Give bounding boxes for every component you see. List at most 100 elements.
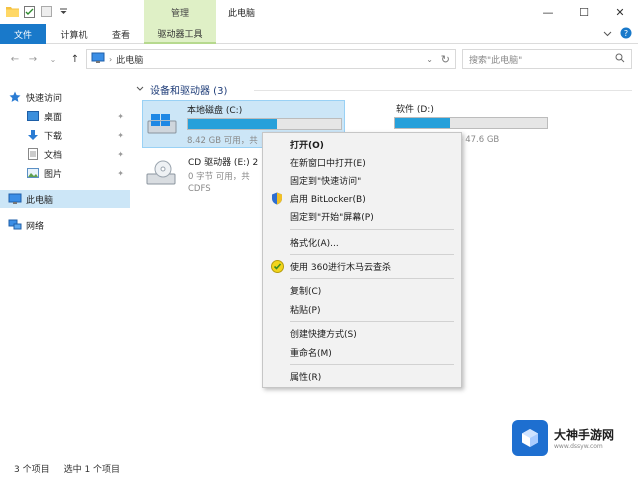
- menu-item-rename[interactable]: 重命名(M): [263, 343, 461, 361]
- search-icon[interactable]: [615, 53, 625, 66]
- address-bar[interactable]: › 此电脑 ⌄ ↻: [86, 49, 456, 69]
- search-box[interactable]: 搜索"此电脑": [462, 49, 632, 69]
- address-dropdown-icon[interactable]: ⌄: [426, 55, 433, 64]
- close-button[interactable]: ✕: [602, 0, 638, 24]
- sidebar-item-label: 桌面: [44, 112, 63, 123]
- tab-drive-tools[interactable]: 驱动器工具: [144, 24, 216, 44]
- sidebar-item-quick-access[interactable]: 快速访问: [0, 88, 130, 106]
- properties-icon[interactable]: [23, 5, 36, 18]
- computer-icon: [8, 192, 22, 206]
- drive-usage-bar: [187, 118, 342, 130]
- menu-separator: [290, 254, 454, 255]
- tab-computer[interactable]: 计算机: [54, 24, 94, 44]
- watermark-title: 大神手游网: [554, 428, 615, 442]
- drive-name: 软件 (D:): [396, 105, 434, 115]
- sidebar-item-desktop[interactable]: 桌面 ✦: [0, 107, 130, 125]
- recent-locations-icon[interactable]: ⌄: [46, 52, 60, 66]
- menu-item-label: 复制(C): [290, 286, 322, 297]
- drive-usage-bar: [394, 117, 548, 129]
- minimize-button[interactable]: —: [530, 0, 566, 24]
- drive-usage-fill: [395, 118, 450, 128]
- breadcrumb-separator-icon[interactable]: ›: [109, 55, 112, 64]
- star-icon: [8, 90, 22, 104]
- sidebar-item-label: 下载: [44, 131, 63, 142]
- title-bar: 管理 此电脑 — ☐ ✕: [0, 0, 638, 24]
- windows-drive-icon: [147, 113, 177, 138]
- menu-item-properties[interactable]: 属性(R): [263, 367, 461, 385]
- 360-security-icon: [270, 259, 284, 273]
- ribbon-tabs: 文件 计算机 查看 驱动器工具 ?: [0, 24, 638, 44]
- menu-item-copy[interactable]: 复制(C): [263, 281, 461, 299]
- expand-ribbon-icon[interactable]: [603, 30, 612, 40]
- menu-item-label: 创建快捷方式(S): [290, 329, 357, 340]
- sidebar-item-network[interactable]: 网络: [0, 216, 130, 234]
- search-input[interactable]: 搜索"此电脑": [469, 53, 522, 66]
- back-arrow-icon[interactable]: ←: [8, 52, 22, 66]
- navigation-pane: 快速访问 桌面 ✦ 下载 ✦ 文档 ✦ 图片 ✦ 此电脑 网络: [0, 74, 130, 458]
- quick-access-toolbar: [6, 5, 70, 18]
- menu-item-label: 属性(R): [290, 372, 322, 383]
- menu-item-label: 格式化(A)...: [290, 238, 339, 249]
- group-divider: [254, 90, 632, 91]
- maximize-button[interactable]: ☐: [566, 0, 602, 24]
- menu-item-label: 使用 360进行木马云查杀: [290, 262, 392, 273]
- sidebar-item-downloads[interactable]: 下载 ✦: [0, 126, 130, 144]
- window-controls: — ☐ ✕: [530, 0, 638, 24]
- computer-icon: [91, 52, 105, 67]
- drive-usage-fill: [188, 119, 277, 129]
- context-menu: 打开(O) 在新窗口中打开(E) 固定到"快速访问" 启用 BitLocker(…: [262, 132, 462, 388]
- menu-separator: [290, 364, 454, 365]
- menu-item-format[interactable]: 格式化(A)...: [263, 233, 461, 251]
- watermark-logo-icon: [512, 420, 548, 456]
- manage-context-tab[interactable]: 管理: [144, 0, 216, 24]
- drive-name: 本地磁盘 (C:): [187, 106, 243, 116]
- pin-icon[interactable]: ✦: [117, 169, 124, 178]
- sidebar-item-label: 文档: [44, 150, 63, 161]
- group-header-label: 设备和驱动器 (3): [150, 86, 228, 97]
- new-folder-icon[interactable]: [40, 5, 53, 18]
- network-icon: [8, 218, 22, 232]
- pin-icon[interactable]: ✦: [117, 131, 124, 140]
- group-header[interactable]: 设备和驱动器 (3): [136, 82, 227, 97]
- pin-icon[interactable]: ✦: [117, 112, 124, 121]
- refresh-icon[interactable]: ↻: [441, 53, 450, 66]
- menu-item-bitlocker[interactable]: 启用 BitLocker(B): [263, 189, 461, 207]
- menu-item-open[interactable]: 打开(O): [263, 135, 461, 153]
- sidebar-item-this-pc[interactable]: 此电脑: [0, 190, 130, 208]
- tab-view[interactable]: 查看: [104, 24, 138, 44]
- sidebar-item-label: 图片: [44, 169, 63, 180]
- menu-item-pin-start[interactable]: 固定到"开始"屏幕(P): [263, 207, 461, 225]
- window-title: 此电脑: [228, 9, 256, 19]
- drive-filesystem: CDFS: [188, 184, 211, 194]
- sidebar-item-pictures[interactable]: 图片 ✦: [0, 164, 130, 182]
- drive-free-space: 0 字节 可用，共: [188, 172, 250, 182]
- sidebar-item-label: 快速访问: [26, 93, 63, 104]
- menu-separator: [290, 321, 454, 322]
- pin-icon[interactable]: ✦: [117, 150, 124, 159]
- sidebar-item-documents[interactable]: 文档 ✦: [0, 145, 130, 163]
- menu-item-paste[interactable]: 粘贴(P): [263, 300, 461, 318]
- help-icon[interactable]: ?: [620, 27, 632, 42]
- download-icon: [26, 128, 40, 142]
- customize-toolbar-icon[interactable]: [57, 5, 70, 18]
- forward-arrow-icon[interactable]: →: [26, 52, 40, 66]
- menu-item-label: 固定到"开始"屏幕(P): [290, 212, 374, 223]
- status-selected-count: 选中 1 个项目: [63, 465, 121, 475]
- menu-item-pin-quick-access[interactable]: 固定到"快速访问": [263, 171, 461, 189]
- menu-item-360-scan[interactable]: 使用 360进行木马云查杀: [263, 257, 461, 275]
- menu-separator: [290, 229, 454, 230]
- menu-item-open-new-window[interactable]: 在新窗口中打开(E): [263, 153, 461, 171]
- document-icon: [26, 147, 40, 161]
- menu-item-label: 固定到"快速访问": [290, 176, 362, 187]
- status-bar: 3 个项目 选中 1 个项目: [0, 458, 638, 479]
- picture-icon: [26, 166, 40, 180]
- desktop-icon: [26, 109, 40, 123]
- chevron-down-icon[interactable]: [136, 84, 144, 95]
- folder-icon[interactable]: [6, 5, 19, 18]
- menu-item-create-shortcut[interactable]: 创建快捷方式(S): [263, 324, 461, 342]
- watermark-text: 大神手游网 www.dssyw.com: [554, 426, 614, 450]
- up-arrow-icon[interactable]: ↑: [68, 52, 82, 66]
- tab-file[interactable]: 文件: [0, 24, 46, 44]
- address-path[interactable]: 此电脑: [116, 53, 143, 66]
- menu-item-label: 重命名(M): [290, 348, 332, 359]
